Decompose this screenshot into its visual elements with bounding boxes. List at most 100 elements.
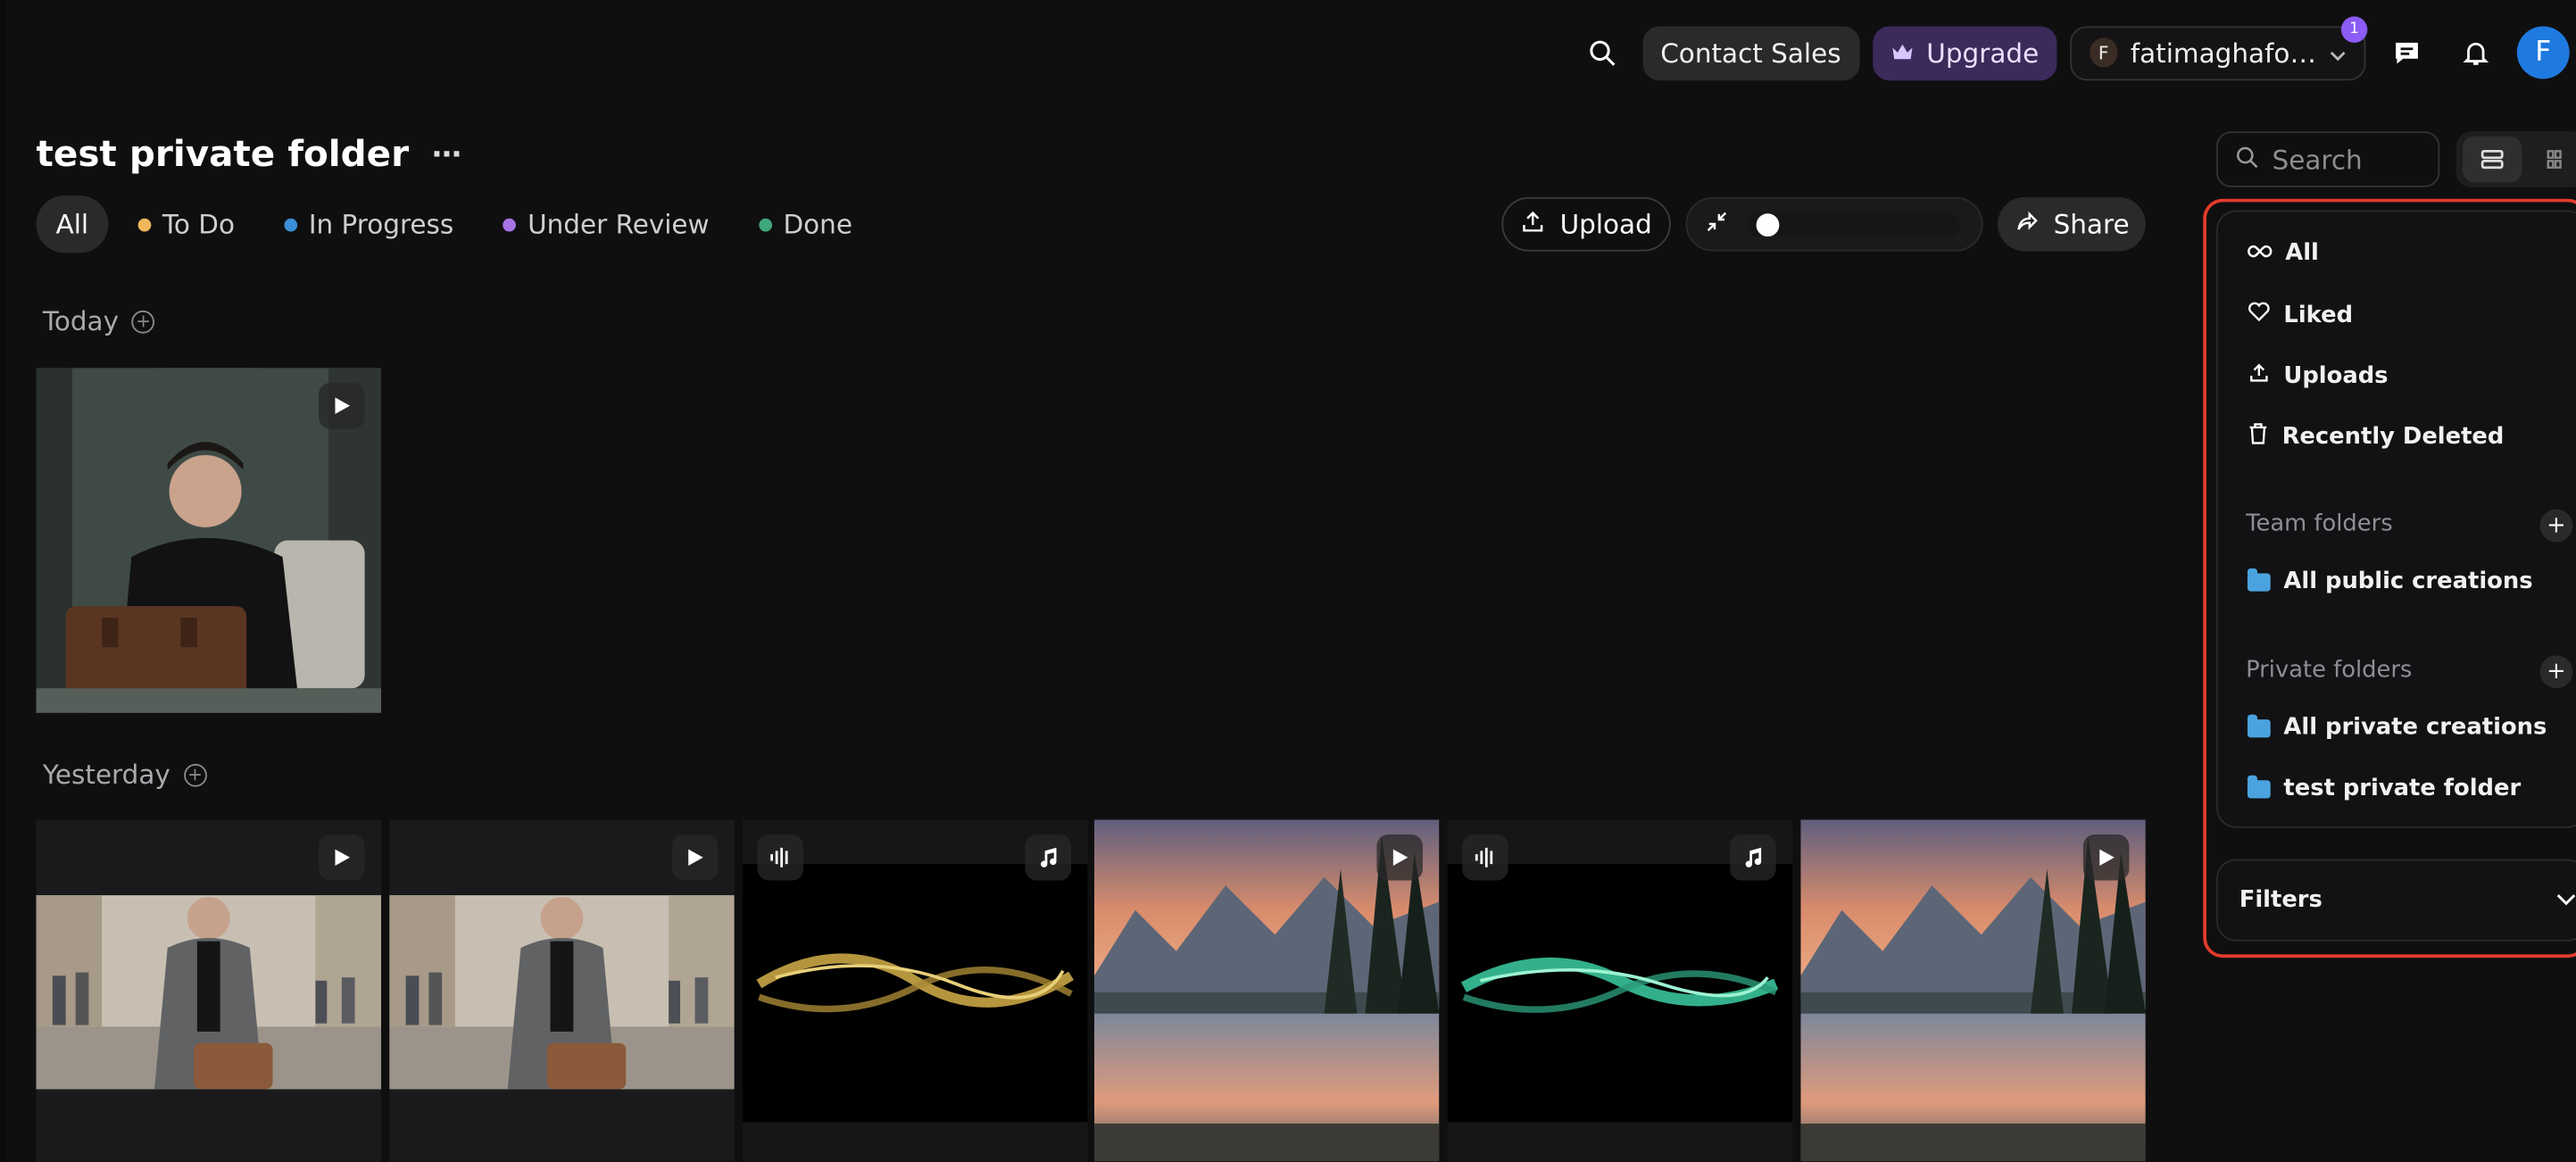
status-dot: [137, 217, 152, 231]
share-icon: [2014, 208, 2040, 241]
trash-icon: [2248, 422, 2269, 452]
crown-icon: [1890, 37, 1914, 68]
status-tabs: All To Do In Progress Under Review Done: [36, 195, 872, 253]
page-title-row: test private folder ⋯: [36, 135, 462, 176]
upload-icon: [1520, 208, 1546, 241]
sidebar-item-label: All public creations: [2283, 568, 2533, 595]
search-icon: [2234, 144, 2259, 175]
infinity-icon: [2248, 240, 2273, 266]
folder-icon: [2247, 774, 2271, 798]
section-label: Yesterday: [42, 759, 170, 791]
play-icon[interactable]: [1376, 834, 1423, 881]
heart-icon: [2248, 301, 2271, 328]
sidebar-item-label: Recently Deleted: [2281, 423, 2505, 451]
account-name: fatimaghafoo...: [2130, 37, 2317, 69]
page-title: test private folder: [36, 134, 410, 176]
top-bar: Contact Sales Upgrade F fatimaghafoo... …: [1574, 15, 2576, 81]
tab-in-progress[interactable]: In Progress: [264, 195, 473, 253]
status-dot: [284, 217, 297, 231]
share-label: Share: [2053, 208, 2130, 240]
tab-label: In Progress: [308, 208, 454, 240]
tab-label: Done: [783, 208, 852, 240]
private-folders-heading: Private folders: [2246, 657, 2413, 684]
sidebar-item-recently-deleted[interactable]: Recently Deleted: [2248, 422, 2504, 452]
notification-badge: 1: [2340, 15, 2368, 42]
tab-label: To Do: [162, 208, 236, 240]
account-avatar: F: [2090, 37, 2118, 68]
sidebar-item-label: test private folder: [2283, 775, 2522, 802]
sidebar-item-label: Uploads: [2283, 362, 2389, 390]
contact-sales-label: Contact Sales: [1660, 37, 1841, 69]
sidebar-panel: All Liked Uploads Recently Deleted Team …: [2215, 210, 2576, 828]
view-toggle: [2456, 131, 2576, 187]
audio-tile[interactable]: [742, 819, 1088, 1162]
add-to-section-icon[interactable]: +: [183, 762, 207, 786]
tab-under-review[interactable]: Under Review: [483, 195, 728, 253]
sidebar-item-all[interactable]: All: [2248, 240, 2319, 266]
tab-to-do[interactable]: To Do: [118, 195, 254, 253]
waveform-icon: [1462, 834, 1508, 881]
upgrade-label: Upgrade: [1926, 37, 2040, 69]
media-tile[interactable]: [1800, 819, 2146, 1162]
more-options-icon[interactable]: ⋯: [432, 138, 463, 173]
status-dot: [758, 217, 772, 231]
media-tile[interactable]: [1093, 819, 1440, 1162]
zoom-slider[interactable]: [1746, 212, 1960, 237]
play-icon[interactable]: [319, 382, 365, 429]
music-note-icon[interactable]: [1730, 834, 1776, 881]
sidebar-search[interactable]: Search: [2215, 131, 2440, 187]
collapse-icon[interactable]: [1704, 208, 1730, 241]
status-dot: [503, 217, 517, 231]
music-note-icon[interactable]: [1025, 834, 1072, 881]
contact-sales-button[interactable]: Contact Sales: [1641, 25, 1859, 80]
audio-tile[interactable]: [1447, 819, 1793, 1162]
sidebar-item-label: All private creations: [2283, 714, 2547, 742]
section-today: Today +: [43, 305, 155, 336]
tab-label: All: [55, 208, 89, 240]
sidebar-item-test-private-folder[interactable]: test private folder: [2247, 774, 2522, 802]
zoom-control: [1685, 196, 1983, 252]
tab-all[interactable]: All: [36, 195, 109, 253]
upload-button[interactable]: Upload: [1501, 196, 1671, 252]
add-to-section-icon[interactable]: +: [131, 309, 155, 333]
user-avatar[interactable]: F: [2516, 26, 2570, 79]
add-private-folder-button[interactable]: +: [2539, 655, 2573, 689]
zoom-slider-knob[interactable]: [1756, 212, 1779, 237]
section-label: Today: [42, 305, 120, 337]
search-placeholder: Search: [2272, 144, 2363, 176]
add-team-folder-button[interactable]: +: [2539, 509, 2573, 543]
sidebar-item-uploads[interactable]: Uploads: [2248, 361, 2389, 391]
tab-label: Under Review: [528, 208, 710, 240]
message-icon[interactable]: [2379, 25, 2435, 81]
tab-done[interactable]: Done: [739, 195, 872, 253]
chevron-down-icon: [2330, 37, 2346, 68]
upgrade-button[interactable]: Upgrade: [1872, 25, 2057, 80]
folder-icon: [2247, 713, 2271, 737]
bell-icon[interactable]: [2447, 25, 2504, 81]
waveform-icon: [757, 834, 804, 881]
sidebar-item-liked[interactable]: Liked: [2248, 301, 2353, 328]
sidebar-item-label: Liked: [2283, 301, 2354, 328]
media-tile[interactable]: [36, 819, 382, 1162]
sidebar-item-all-private-creations[interactable]: All private creations: [2247, 713, 2547, 742]
search-icon[interactable]: [1574, 25, 1630, 81]
filters-accordion[interactable]: Filters: [2215, 859, 2576, 942]
team-folders-heading: Team folders: [2246, 510, 2393, 537]
chevron-down-icon: [2556, 887, 2576, 913]
play-icon[interactable]: [2082, 834, 2130, 881]
filters-label: Filters: [2239, 886, 2323, 914]
section-yesterday: Yesterday +: [42, 759, 207, 791]
upload-label: Upload: [1559, 208, 1652, 240]
sidebar-item-label: All: [2285, 239, 2319, 267]
list-view-icon[interactable]: [2463, 136, 2522, 183]
media-tile[interactable]: [389, 819, 735, 1162]
app-stage: Contact Sales Upgrade F fatimaghafoo... …: [0, 0, 2576, 1162]
play-icon[interactable]: [671, 834, 719, 881]
share-button[interactable]: Share: [1998, 196, 2146, 252]
media-tile[interactable]: [36, 368, 382, 713]
sidebar-item-all-public-creations[interactable]: All public creations: [2247, 567, 2533, 595]
folder-icon: [2247, 567, 2271, 591]
account-switcher[interactable]: F fatimaghafoo... 1: [2070, 15, 2368, 80]
play-icon[interactable]: [319, 834, 365, 881]
grid-view-icon[interactable]: [2529, 137, 2576, 183]
